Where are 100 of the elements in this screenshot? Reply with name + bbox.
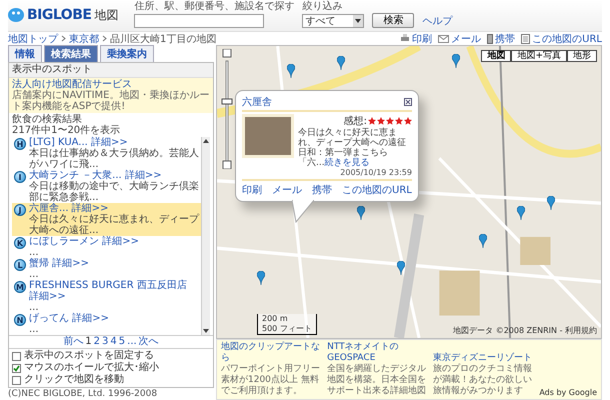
map-pin-icon[interactable] [517, 206, 525, 220]
map-pin-icon[interactable] [257, 271, 265, 285]
spot-description: 今日は移動の途中で、大崎ランチ倶楽部に緊急参戦... [29, 181, 199, 203]
spot-title-link[interactable]: FRESHNESS BURGER 西五反田店 [29, 280, 187, 291]
details-link[interactable]: 詳細>> [72, 203, 108, 214]
next-link[interactable]: 次へ [138, 336, 159, 348]
map-type-button[interactable]: 地図 [481, 50, 512, 62]
popup-link[interactable]: 印刷 [242, 183, 262, 197]
panel-heading: 表示中のスポット [9, 63, 213, 78]
map-pin-icon[interactable] [397, 261, 405, 275]
spot-title-link[interactable]: 六厘舎... [29, 203, 69, 214]
result-item[interactable]: N げってん 詳細>> ... [12, 313, 201, 335]
envelope-icon [438, 34, 450, 42]
post-date: 2005/10/19 23:59 [339, 168, 412, 177]
prev-link[interactable]: 前へ [63, 336, 84, 348]
page-link[interactable]: 4 [110, 336, 117, 348]
result-item[interactable]: H [LTG] KUA... 詳細>> 本日は仕事納め＆大ラ倶納め。芸能人がハワイに飛... [12, 137, 201, 170]
details-link[interactable]: 詳細>> [124, 170, 162, 181]
results-label: 飲食の検索結果 [12, 114, 83, 125]
search-button[interactable]: 検索 [372, 13, 414, 28]
spot-marker: I [14, 171, 26, 183]
checkbox[interactable] [12, 352, 21, 360]
logo-text[interactable]: BIGLOBE [27, 7, 92, 23]
map-pin-icon[interactable] [479, 234, 487, 248]
tab[interactable]: 情報 [8, 45, 42, 62]
details-link[interactable]: 詳細>> [72, 313, 109, 324]
spot-title-link[interactable]: 蟹帰 [29, 258, 49, 269]
spot-title-link[interactable]: げってん [29, 313, 69, 324]
tab[interactable]: 検索結果 [44, 45, 98, 62]
breadcrumb-current: 品川区大崎1丁目の地図 [110, 32, 216, 46]
ad-text: パワーポイント用フリー素材が1200点以上 無料でご利用頂けます。 [221, 364, 321, 397]
scroll-up-icon [202, 137, 210, 145]
details-link[interactable]: 詳細>> [102, 236, 139, 247]
spot-description: ... [29, 302, 40, 313]
section-title: 地図 [94, 6, 118, 24]
spot-title-link[interactable]: 大崎ランチ －大衆... [29, 170, 122, 181]
result-item[interactable]: K にぼしラーメン 詳細>> ... [12, 236, 201, 258]
page-link[interactable]: 3 [102, 336, 108, 348]
details-link[interactable]: 詳細>> [52, 258, 89, 269]
filter-dropdown[interactable]: すべて [302, 14, 364, 28]
popup-link[interactable]: メール [272, 183, 302, 197]
spot-description: 本日は仕事納め＆大ラ倶納め。芸能人がハワイに飛... [29, 148, 199, 170]
spot-marker: M [14, 281, 26, 293]
map-pin-icon[interactable] [357, 206, 365, 220]
toolbar-link[interactable]: メール [438, 32, 482, 46]
spot-marker: J [14, 204, 26, 216]
popup-title[interactable]: 六厘舎 [242, 95, 272, 109]
tab[interactable]: 乗換案内 [100, 45, 154, 62]
filter-label: 絞り込み [302, 0, 344, 13]
map-pin-icon[interactable] [287, 64, 295, 78]
toolbar-link[interactable]: 携帯 [487, 32, 516, 46]
checkbox[interactable] [12, 364, 21, 372]
breadcrumb-link[interactable]: 地図トップ [8, 32, 58, 46]
toolbar-link[interactable]: この地図のURL [521, 32, 602, 46]
page-link[interactable]: 2 [94, 336, 100, 348]
spot-description: ... [29, 324, 40, 335]
spot-description: ... [29, 247, 40, 258]
printer-icon [400, 34, 410, 43]
checkbox-label: クリックで地図を移動 [24, 374, 124, 386]
help-link[interactable]: ヘルプ [422, 14, 452, 28]
caret-icon [353, 15, 364, 27]
copyright-text: (C)NEC BIGLOBE, Ltd. 1996-2008 [8, 388, 158, 400]
ads-credit: Ads by Google [539, 388, 598, 397]
map-pin-icon[interactable] [547, 196, 555, 210]
page-link[interactable]: 5 [118, 336, 126, 348]
checkbox[interactable] [12, 376, 21, 384]
map-type-button[interactable]: 地図+写真 [511, 50, 567, 62]
result-item[interactable]: M FRESHNESS BURGER 西五反田店 詳細>> ... [12, 280, 201, 313]
map-pin-icon[interactable] [452, 54, 460, 68]
photo-placeholder [242, 114, 294, 158]
ad-text: 全国を網羅したデジタル地図を構築。日本全国をサポート出来る詳細地図 [327, 364, 428, 397]
close-icon[interactable] [404, 98, 412, 106]
promo-link[interactable]: 法人向け地図配信サービス [12, 79, 210, 90]
read-more-link[interactable]: 続きを見る [324, 158, 370, 168]
map-type-button[interactable]: 地形 [567, 50, 597, 62]
ad-title-link[interactable]: 地図のクリップアートなら [221, 342, 322, 364]
breadcrumb-link[interactable]: 東京都 [69, 32, 99, 46]
popup-tail-icon [292, 200, 314, 223]
scrollbar[interactable] [201, 137, 210, 335]
spot-title-link[interactable]: にぼしラーメン [29, 236, 99, 247]
toolbar-link[interactable]: 印刷 [400, 32, 432, 46]
details-link[interactable]: 詳細>> [91, 137, 128, 148]
result-item[interactable]: I 大崎ランチ －大衆... 詳細>> 今日は移動の途中で、大崎ランチ倶楽部に緊急参戦... [12, 170, 201, 203]
zoom-control-icon[interactable] [220, 49, 234, 169]
review-text: 今日は久々に好天に恵まれ、ディープ大崎への遠征日和：第一弾まこちら「六...続きを見る [298, 128, 407, 168]
page-link[interactable]: 1 [85, 336, 92, 348]
result-item[interactable]: L 蟹帰 詳細>> ... [12, 258, 201, 280]
ad-title-link[interactable]: NTTネオメイトのGEOSPACE [327, 342, 428, 364]
street-map[interactable]: 地図 地図+写真 地形 六厘舎 感想: 今日は久々に好天に恵まれ、ディープ大崎への遠征日和：第一弾まこちら「六...続きを見る 2005/10/19 23:59 印刷 メール 携帯 この地図のURL 200 m 500 フィート 地図データ ©2008 ZENRIN - 利用規約 [216, 45, 602, 339]
spot-marker: K [14, 237, 26, 249]
ad-title-link[interactable]: 東京ディズニーリゾート [433, 353, 534, 364]
results-count: 217件中1〜20件を表示 [12, 125, 122, 136]
checkbox-label: マウスのホイールで拡大･縮小 [24, 362, 159, 374]
search-field[interactable] [134, 14, 264, 28]
popup-link[interactable]: この地図のURL [342, 183, 412, 197]
details-link[interactable]: 詳細>> [29, 291, 66, 302]
popup-link[interactable]: 携帯 [312, 183, 332, 197]
map-pin-icon[interactable] [337, 56, 345, 70]
result-item[interactable]: J 六厘舎... 詳細>> 今日は久々に好天に恵まれ、ディープ大崎への遠征... [12, 203, 201, 236]
spot-title-link[interactable]: [LTG] KUA... [29, 137, 88, 148]
